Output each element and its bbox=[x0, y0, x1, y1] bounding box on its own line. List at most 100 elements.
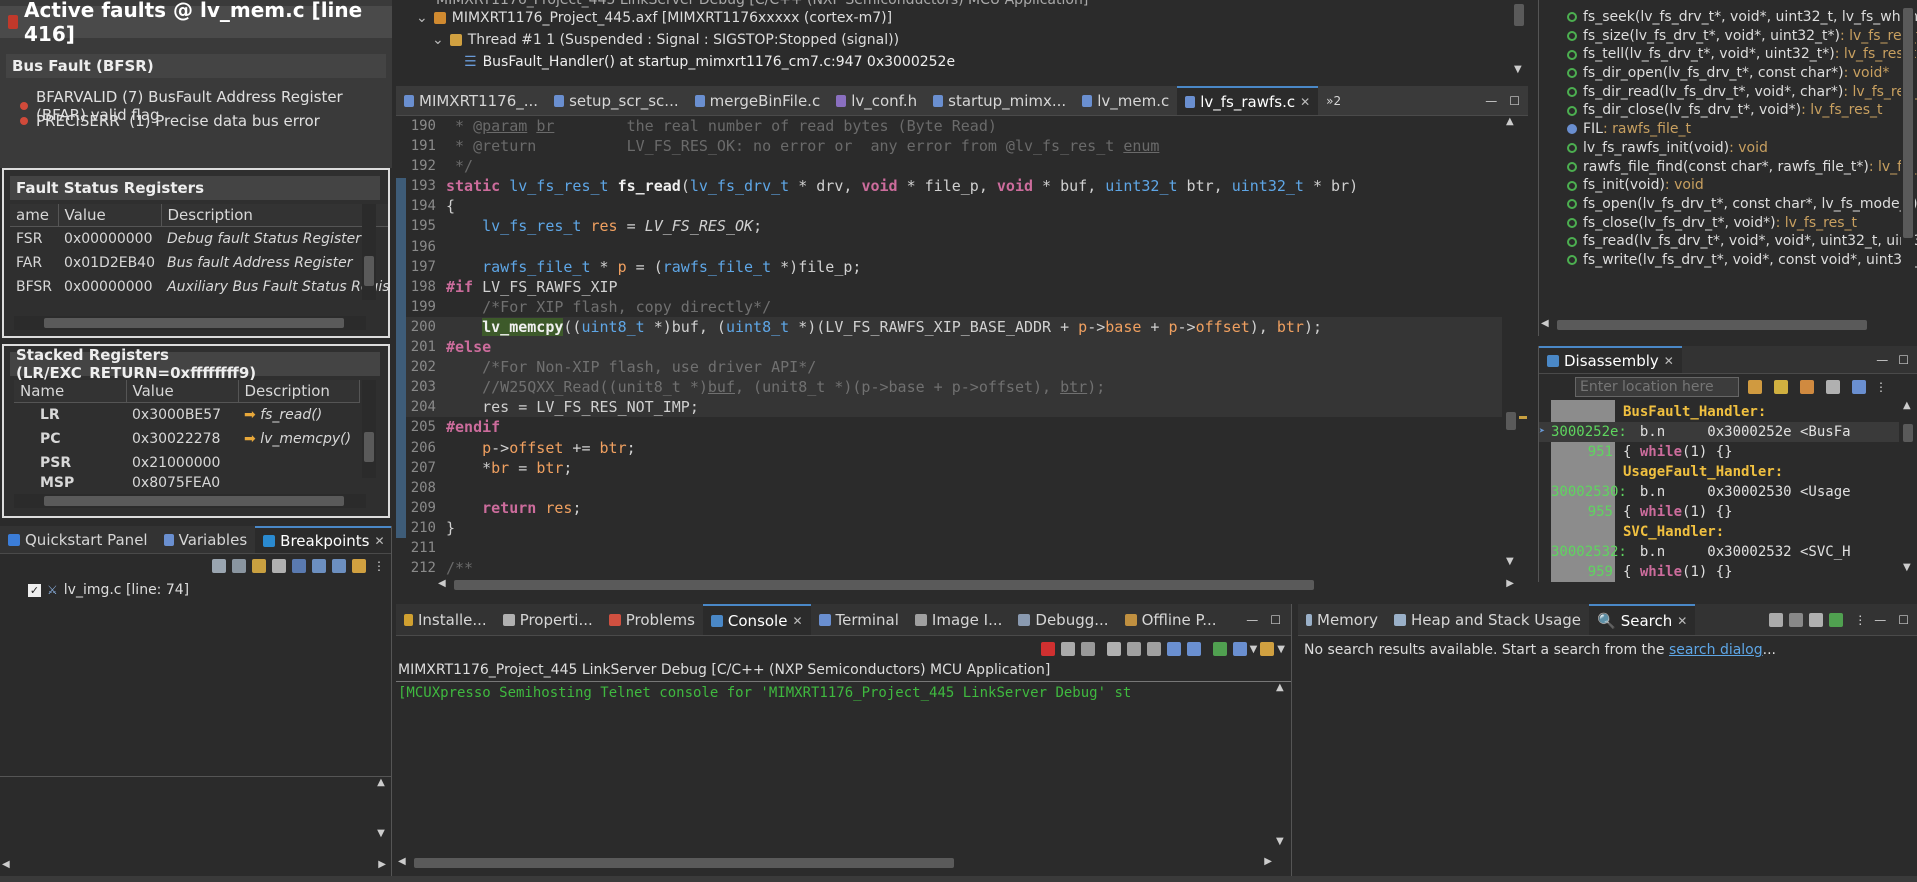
disassembly-row[interactable]: 959 { while(1) {} bbox=[1539, 562, 1899, 582]
code-line[interactable]: 195 lv_fs_res_t res = LV_FS_RES_OK; bbox=[406, 216, 1502, 236]
outline-item[interactable]: lv_fs_rawfs_init(void) : void bbox=[1539, 139, 1899, 158]
chevron-down-icon[interactable]: ⌄ bbox=[416, 10, 428, 26]
code-line[interactable]: 201 #else bbox=[406, 337, 1502, 358]
disassembly-row[interactable]: 30002532: b.n 0x30002532 <SVC_H bbox=[1539, 542, 1899, 562]
table-row[interactable]: FSR 0x00000000 Debug fault Status Regist… bbox=[10, 227, 388, 251]
outline-item[interactable]: fs_dir_open(lv_fs_drv_t*, const char*) :… bbox=[1539, 64, 1899, 83]
code-line[interactable]: 193 static lv_fs_res_t fs_read(lv_fs_drv_… bbox=[406, 176, 1502, 196]
horizontal-scrollbar[interactable]: ◀ ▶ bbox=[0, 859, 388, 873]
table-row[interactable]: FAR 0x01D2EB40 Bus fault Address Registe… bbox=[10, 251, 388, 275]
code-line[interactable]: 207 *br = btr; bbox=[406, 458, 1502, 478]
vertical-scrollbar[interactable] bbox=[362, 380, 376, 478]
code-line[interactable]: 202 /*For Non-XIP flash, use driver API*… bbox=[406, 357, 1502, 378]
show-on-output-icon[interactable] bbox=[1166, 642, 1181, 656]
tab-variables[interactable]: Variables bbox=[156, 526, 256, 553]
code-line[interactable]: 209 return res; bbox=[406, 498, 1502, 518]
expand-icon[interactable] bbox=[312, 559, 326, 573]
close-icon[interactable]: ✕ bbox=[1300, 95, 1310, 109]
outline-item[interactable]: fs_size(lv_fs_drv_t*, void*, uint32_t*) … bbox=[1539, 27, 1917, 46]
code-line[interactable]: 196 bbox=[406, 237, 1502, 257]
horizontal-scrollbar[interactable] bbox=[14, 494, 366, 508]
outline-item[interactable]: fs_write(lv_fs_drv_t*, void*, const void… bbox=[1539, 251, 1917, 270]
horizontal-scrollbar[interactable]: ◀ ▶ bbox=[436, 578, 1516, 592]
disassembly-row[interactable]: 951 { while(1) {} bbox=[1539, 442, 1899, 462]
search-dialog-link[interactable]: search dialog bbox=[1669, 642, 1763, 658]
maximize-icon[interactable]: ☐ bbox=[1898, 353, 1909, 367]
more-tabs-button[interactable]: »2 bbox=[1318, 86, 1349, 115]
outline-item[interactable]: fs_init(void) : void bbox=[1539, 176, 1899, 195]
column-header[interactable]: Value bbox=[126, 380, 239, 403]
vertical-scrollbar[interactable]: ▲ ▼ bbox=[374, 777, 388, 853]
code-line[interactable]: 206 p->offset += btr; bbox=[406, 438, 1502, 458]
tab-debugger[interactable]: Debugg... bbox=[1010, 604, 1116, 635]
outline-item[interactable]: FIL : rawfs_file_t bbox=[1539, 120, 1899, 139]
code-line[interactable]: 197 rawfs_file_t * p = (rawfs_file_t *)f… bbox=[406, 257, 1502, 277]
location-input[interactable] bbox=[1575, 377, 1739, 397]
terminate-icon[interactable] bbox=[1040, 642, 1055, 656]
vertical-scrollbar[interactable] bbox=[362, 204, 376, 300]
minimize-icon[interactable]: — bbox=[1485, 94, 1497, 108]
minimize-icon[interactable]: — bbox=[1876, 353, 1888, 367]
editor-tab[interactable]: lv_mem.c bbox=[1074, 86, 1177, 115]
tab-breakpoints[interactable]: Breakpoints ✕ bbox=[255, 526, 391, 553]
editor-tab[interactable]: mergeBinFile.c bbox=[687, 86, 829, 115]
code-line[interactable]: 212 /** bbox=[406, 558, 1502, 578]
outline-item[interactable]: fs_tell(lv_fs_drv_t*, void*, uint32_t*) … bbox=[1539, 45, 1916, 64]
sync-icon[interactable] bbox=[352, 559, 366, 573]
table-row[interactable]: PSR 0x21000000 bbox=[14, 451, 360, 475]
view-menu-icon[interactable]: ⋮ bbox=[373, 559, 385, 573]
disassembly-row[interactable]: 30002530: b.n 0x30002530 <Usage bbox=[1539, 482, 1899, 502]
minimize-icon[interactable]: — bbox=[1874, 613, 1886, 627]
scroll-lock-icon[interactable] bbox=[1126, 642, 1141, 656]
chevron-down-icon[interactable]: ▼ bbox=[1250, 644, 1258, 655]
code-line[interactable]: 210} bbox=[406, 518, 1502, 538]
open-console-icon[interactable] bbox=[1260, 642, 1275, 656]
remove-all-icon[interactable] bbox=[1080, 642, 1095, 656]
column-header[interactable]: Name bbox=[14, 380, 127, 403]
link-icon[interactable] bbox=[252, 559, 266, 573]
stop-icon[interactable] bbox=[1789, 612, 1804, 627]
disassembly-row[interactable]: 955 { while(1) {} bbox=[1539, 502, 1899, 522]
goto-location-icon[interactable] bbox=[1748, 380, 1762, 394]
outline-item[interactable]: fs_dir_close(lv_fs_drv_t*, void*) : lv_f… bbox=[1539, 101, 1899, 120]
column-header[interactable]: Value bbox=[58, 204, 162, 227]
vertical-scrollbar[interactable]: ▲ ▼ bbox=[1274, 682, 1288, 854]
skip-icon[interactable] bbox=[292, 559, 306, 573]
display-console-icon[interactable] bbox=[1212, 642, 1227, 656]
editor-tab[interactable]: MIMXRT1176_... bbox=[396, 86, 546, 115]
editor-tab-active[interactable]: lv_fs_rawfs.c ✕ bbox=[1177, 86, 1319, 115]
export-icon[interactable] bbox=[1852, 380, 1866, 394]
vertical-scrollbar[interactable] bbox=[1901, 0, 1915, 316]
outline-item[interactable]: fs_read(lv_fs_drv_t*, void*, void*, uint… bbox=[1539, 232, 1917, 251]
editor-tab[interactable]: startup_mimx... bbox=[925, 86, 1074, 115]
disassembly-row[interactable]: SVC_Handler: bbox=[1539, 522, 1899, 542]
clear-console-icon[interactable] bbox=[1106, 642, 1121, 656]
refresh-icon[interactable] bbox=[1826, 380, 1840, 394]
disassembly-row[interactable]: ➤ 3000252e: b.n 0x3000252e <BusFa bbox=[1539, 422, 1899, 442]
code-area[interactable]: 190 * @param br the real number of read … bbox=[406, 116, 1502, 588]
remove-launch-icon[interactable] bbox=[1060, 642, 1075, 656]
debug-tree-item[interactable]: ⌄ Thread #1 1 (Suspended : Signal : SIGS… bbox=[432, 32, 899, 48]
maximize-icon[interactable]: ☐ bbox=[1270, 613, 1281, 627]
collapse-icon[interactable] bbox=[332, 559, 346, 573]
remove-icon[interactable] bbox=[212, 559, 226, 573]
chevron-down-icon[interactable]: ▼ bbox=[1277, 644, 1285, 655]
code-line[interactable]: 199 /*For XIP flash, copy directly*/ bbox=[406, 297, 1502, 317]
new-console-icon[interactable] bbox=[1232, 642, 1247, 656]
tab-disassembly[interactable]: Disassembly ✕ bbox=[1539, 346, 1682, 373]
tab-console[interactable]: Console ✕ bbox=[702, 604, 811, 635]
chevron-down-icon[interactable]: ⌄ bbox=[432, 32, 444, 48]
tab-properties[interactable]: Properti... bbox=[495, 604, 601, 635]
debug-tree-item[interactable]: MIMXRT1176_Project_445 LinkServer Debug … bbox=[436, 0, 1088, 8]
code-line[interactable]: 190 * @param br the real number of read … bbox=[406, 116, 1502, 136]
disassembly-row[interactable]: BusFault_Handler: bbox=[1539, 402, 1899, 422]
code-line[interactable]: 211 bbox=[406, 538, 1502, 558]
history-icon[interactable] bbox=[1809, 612, 1824, 627]
horizontal-scrollbar[interactable]: ◀ bbox=[1539, 318, 1917, 332]
column-header[interactable]: Description bbox=[238, 380, 360, 403]
close-icon[interactable]: ✕ bbox=[374, 534, 384, 548]
close-icon[interactable]: ✕ bbox=[1677, 614, 1687, 628]
code-line[interactable]: 204 res = LV_FS_RES_NOT_IMP; bbox=[406, 397, 1502, 418]
debug-vertical-scrollbar[interactable]: ▼ bbox=[1512, 0, 1526, 82]
maximize-icon[interactable]: ☐ bbox=[1509, 94, 1520, 108]
